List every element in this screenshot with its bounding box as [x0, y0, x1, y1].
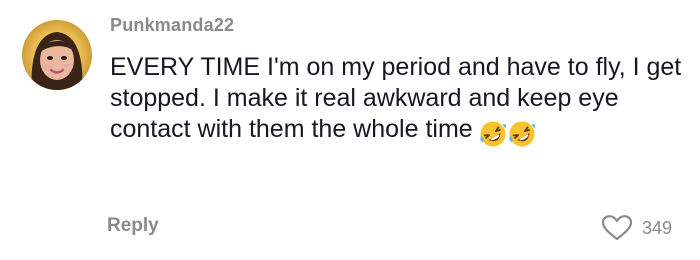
- comment-card: Punkmanda22 EVERY TIME I'm on my period …: [0, 0, 700, 260]
- rolling-on-floor-laughing-emoji-icon: [480, 121, 506, 147]
- username[interactable]: Punkmanda22: [110, 15, 234, 36]
- comment-body: EVERY TIME I'm on my period and have to …: [110, 53, 682, 143]
- comment-text: EVERY TIME I'm on my period and have to …: [110, 52, 690, 151]
- emoji-group: [479, 120, 537, 151]
- like-button[interactable]: 349: [601, 214, 672, 242]
- avatar[interactable]: [22, 20, 92, 90]
- reply-button[interactable]: Reply: [107, 215, 159, 237]
- rolling-on-floor-laughing-emoji-icon: [509, 121, 535, 147]
- avatar-image: [22, 20, 92, 90]
- heart-icon[interactable]: [601, 214, 633, 242]
- like-count: 349: [641, 217, 672, 238]
